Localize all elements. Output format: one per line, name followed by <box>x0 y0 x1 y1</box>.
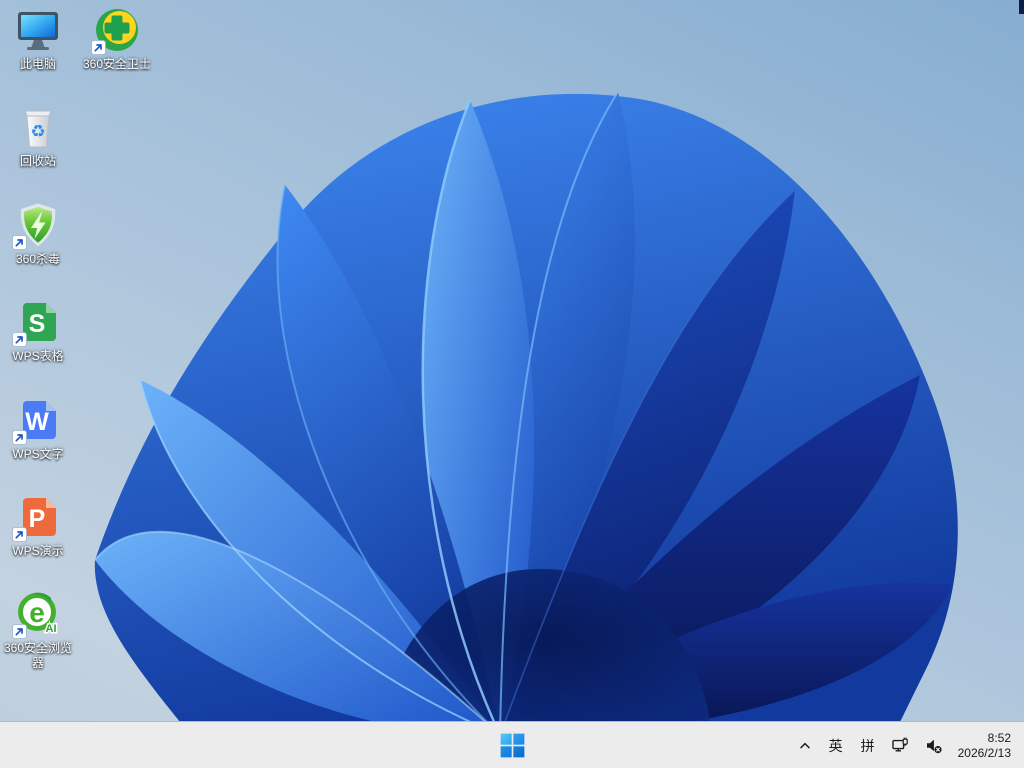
shortcut-arrow-icon <box>12 527 27 542</box>
desktop-icon-360-safety-guard[interactable]: 360安全卫士 <box>79 6 155 72</box>
this-pc-artwork <box>14 6 62 54</box>
shortcut-arrow-icon <box>91 40 106 55</box>
desktop-icon-360-browser[interactable]: e AI 360安全浏览器 <box>0 590 76 671</box>
desktop-icon-label: 此电脑 <box>19 57 56 71</box>
wallpaper-corner-artifact <box>1019 0 1024 14</box>
svg-text:♻: ♻ <box>30 122 45 142</box>
ime-mode-indicator[interactable]: 拼 <box>852 726 884 766</box>
taskbar: 英 拼 8:52 2026/2/13 <box>0 721 1024 768</box>
desktop-icon-wps-presentation[interactable]: P WPS演示 <box>0 493 76 559</box>
360-browser-artwork: e AI <box>12 590 62 640</box>
desktop-icon-360-antivirus[interactable]: 360杀毒 <box>0 201 76 267</box>
volume-muted-icon <box>926 739 942 754</box>
desktop-icon-label: 360杀毒 <box>15 251 61 266</box>
recycle-bin-artwork: ♻ <box>14 103 62 151</box>
shortcut-arrow-icon <box>12 429 27 445</box>
chevron-up-icon <box>799 742 810 748</box>
tray-show-hidden-icons-button[interactable] <box>790 726 820 766</box>
svg-text:e: e <box>29 597 45 628</box>
wps-writer-artwork: W <box>12 396 62 445</box>
desktop-icon-label: WPS表格 <box>12 349 64 364</box>
tray-time: 8:52 <box>987 730 1011 745</box>
wps-presentation-artwork: P <box>12 493 62 542</box>
desktop-icon-label: 360安全卫士 <box>82 57 152 71</box>
desktop: 此电脑 360安全卫士 ♻ 回收站 360杀毒 S W PS表格 W WPS文字 … <box>0 0 1024 768</box>
system-tray: 英 拼 8:52 2026/2/13 <box>790 723 1024 768</box>
tray-date: 2026/2/13 <box>957 745 1011 760</box>
ethernet-network-icon <box>891 737 908 752</box>
desktop-icon-recycle-bin[interactable]: ♻ 回收站 <box>0 103 76 169</box>
desktop-icon-label: WPS文字 <box>12 446 64 461</box>
recycle-bin-icon: ♻ <box>24 110 52 148</box>
desktop-icon-wps-writer[interactable]: W WPS文字 <box>0 396 76 462</box>
svg-text:W: W <box>25 408 49 436</box>
svg-text:AI: AI <box>46 623 57 635</box>
wallpaper-bloom-image <box>94 0 1024 722</box>
ime-language-indicator[interactable]: 英 <box>820 726 852 766</box>
network-status-button[interactable] <box>884 726 917 766</box>
svg-text:P: P <box>29 505 46 533</box>
svg-text:S: S <box>29 310 46 338</box>
volume-status-button[interactable] <box>917 726 950 766</box>
monitor-icon <box>18 12 58 50</box>
360-antivirus-artwork <box>12 201 62 250</box>
shortcut-arrow-icon <box>12 332 27 348</box>
wps-spreadsheet-artwork: S <box>12 298 62 348</box>
windows-logo-icon <box>500 733 524 758</box>
clock[interactable]: 8:52 2026/2/13 <box>950 723 1024 768</box>
start-button[interactable] <box>489 723 535 768</box>
shortcut-arrow-icon <box>12 624 27 640</box>
desktop-icon-this-pc[interactable]: 此电脑 <box>0 6 76 72</box>
desktop-icon-wps-spreadsheet[interactable]: S WPS表格 <box>0 298 76 364</box>
360-safety-guard-artwork <box>91 6 141 55</box>
desktop-icon-label: 回收站 <box>19 154 56 169</box>
desktop-icon-label: WPS演示 <box>12 544 64 558</box>
shortcut-arrow-icon <box>12 234 27 250</box>
desktop-icon-label: 360安全浏览器 <box>3 641 73 671</box>
